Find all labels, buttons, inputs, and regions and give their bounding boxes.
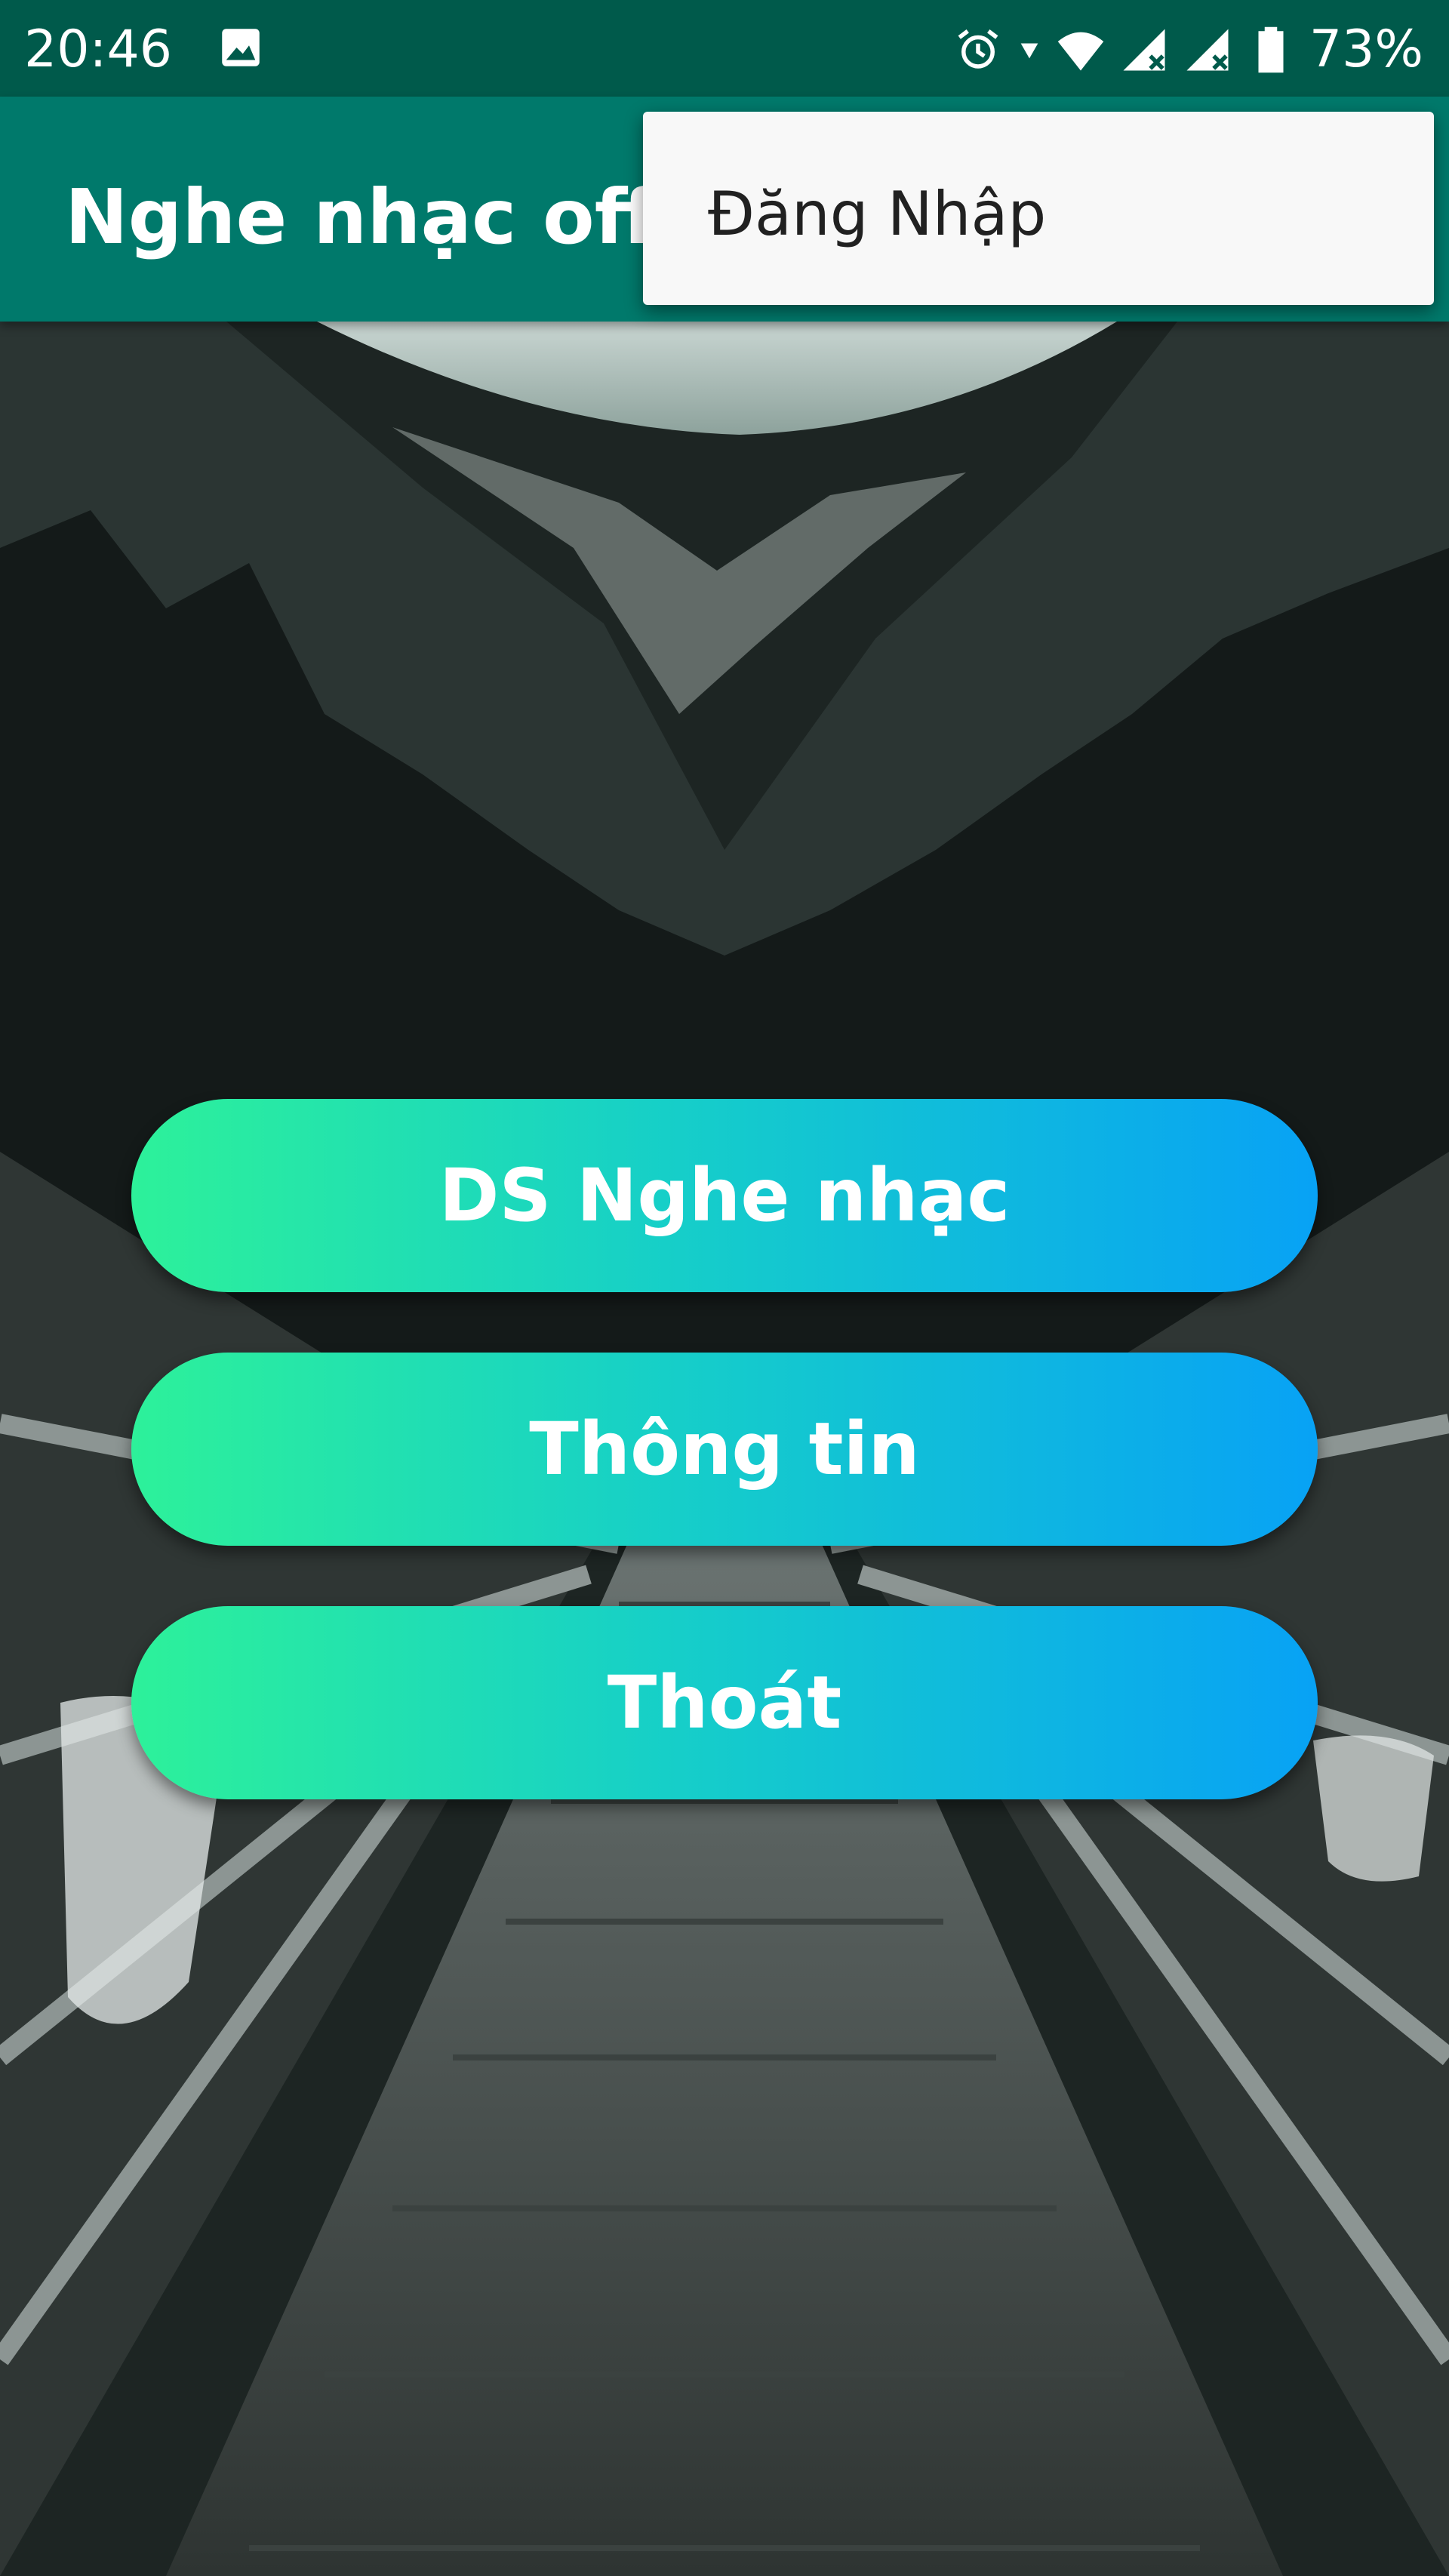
battery-icon	[1258, 26, 1284, 73]
signal-icon	[1123, 29, 1165, 71]
alarm-icon	[958, 29, 998, 69]
ds-nghe-nhac-label: DS Nghe nhạc	[438, 1153, 1011, 1238]
data-arrow-icon	[1020, 43, 1038, 59]
overflow-menu: Đăng Nhập	[643, 112, 1434, 305]
status-time: 20:46	[24, 20, 172, 79]
wifi-icon	[1057, 32, 1104, 71]
status-bar: 20:46 73%	[0, 0, 1449, 97]
thoat-label: Thoát	[607, 1660, 842, 1745]
thoat-button[interactable]: Thoát	[131, 1606, 1318, 1799]
image-icon	[222, 29, 260, 66]
thong-tin-label: Thông tin	[529, 1407, 920, 1491]
status-icons: 73%	[953, 20, 1423, 80]
menu-item-dang-nhap[interactable]: Đăng Nhập	[708, 177, 1046, 252]
battery-percent: 73%	[1309, 20, 1423, 79]
signal-icon	[1186, 29, 1229, 71]
thong-tin-button[interactable]: Thông tin	[131, 1353, 1318, 1546]
screen: 20:46 73% Nghe nhạc offline DS Nghe nhạc…	[0, 0, 1449, 2576]
ds-nghe-nhac-button[interactable]: DS Nghe nhạc	[131, 1099, 1318, 1292]
